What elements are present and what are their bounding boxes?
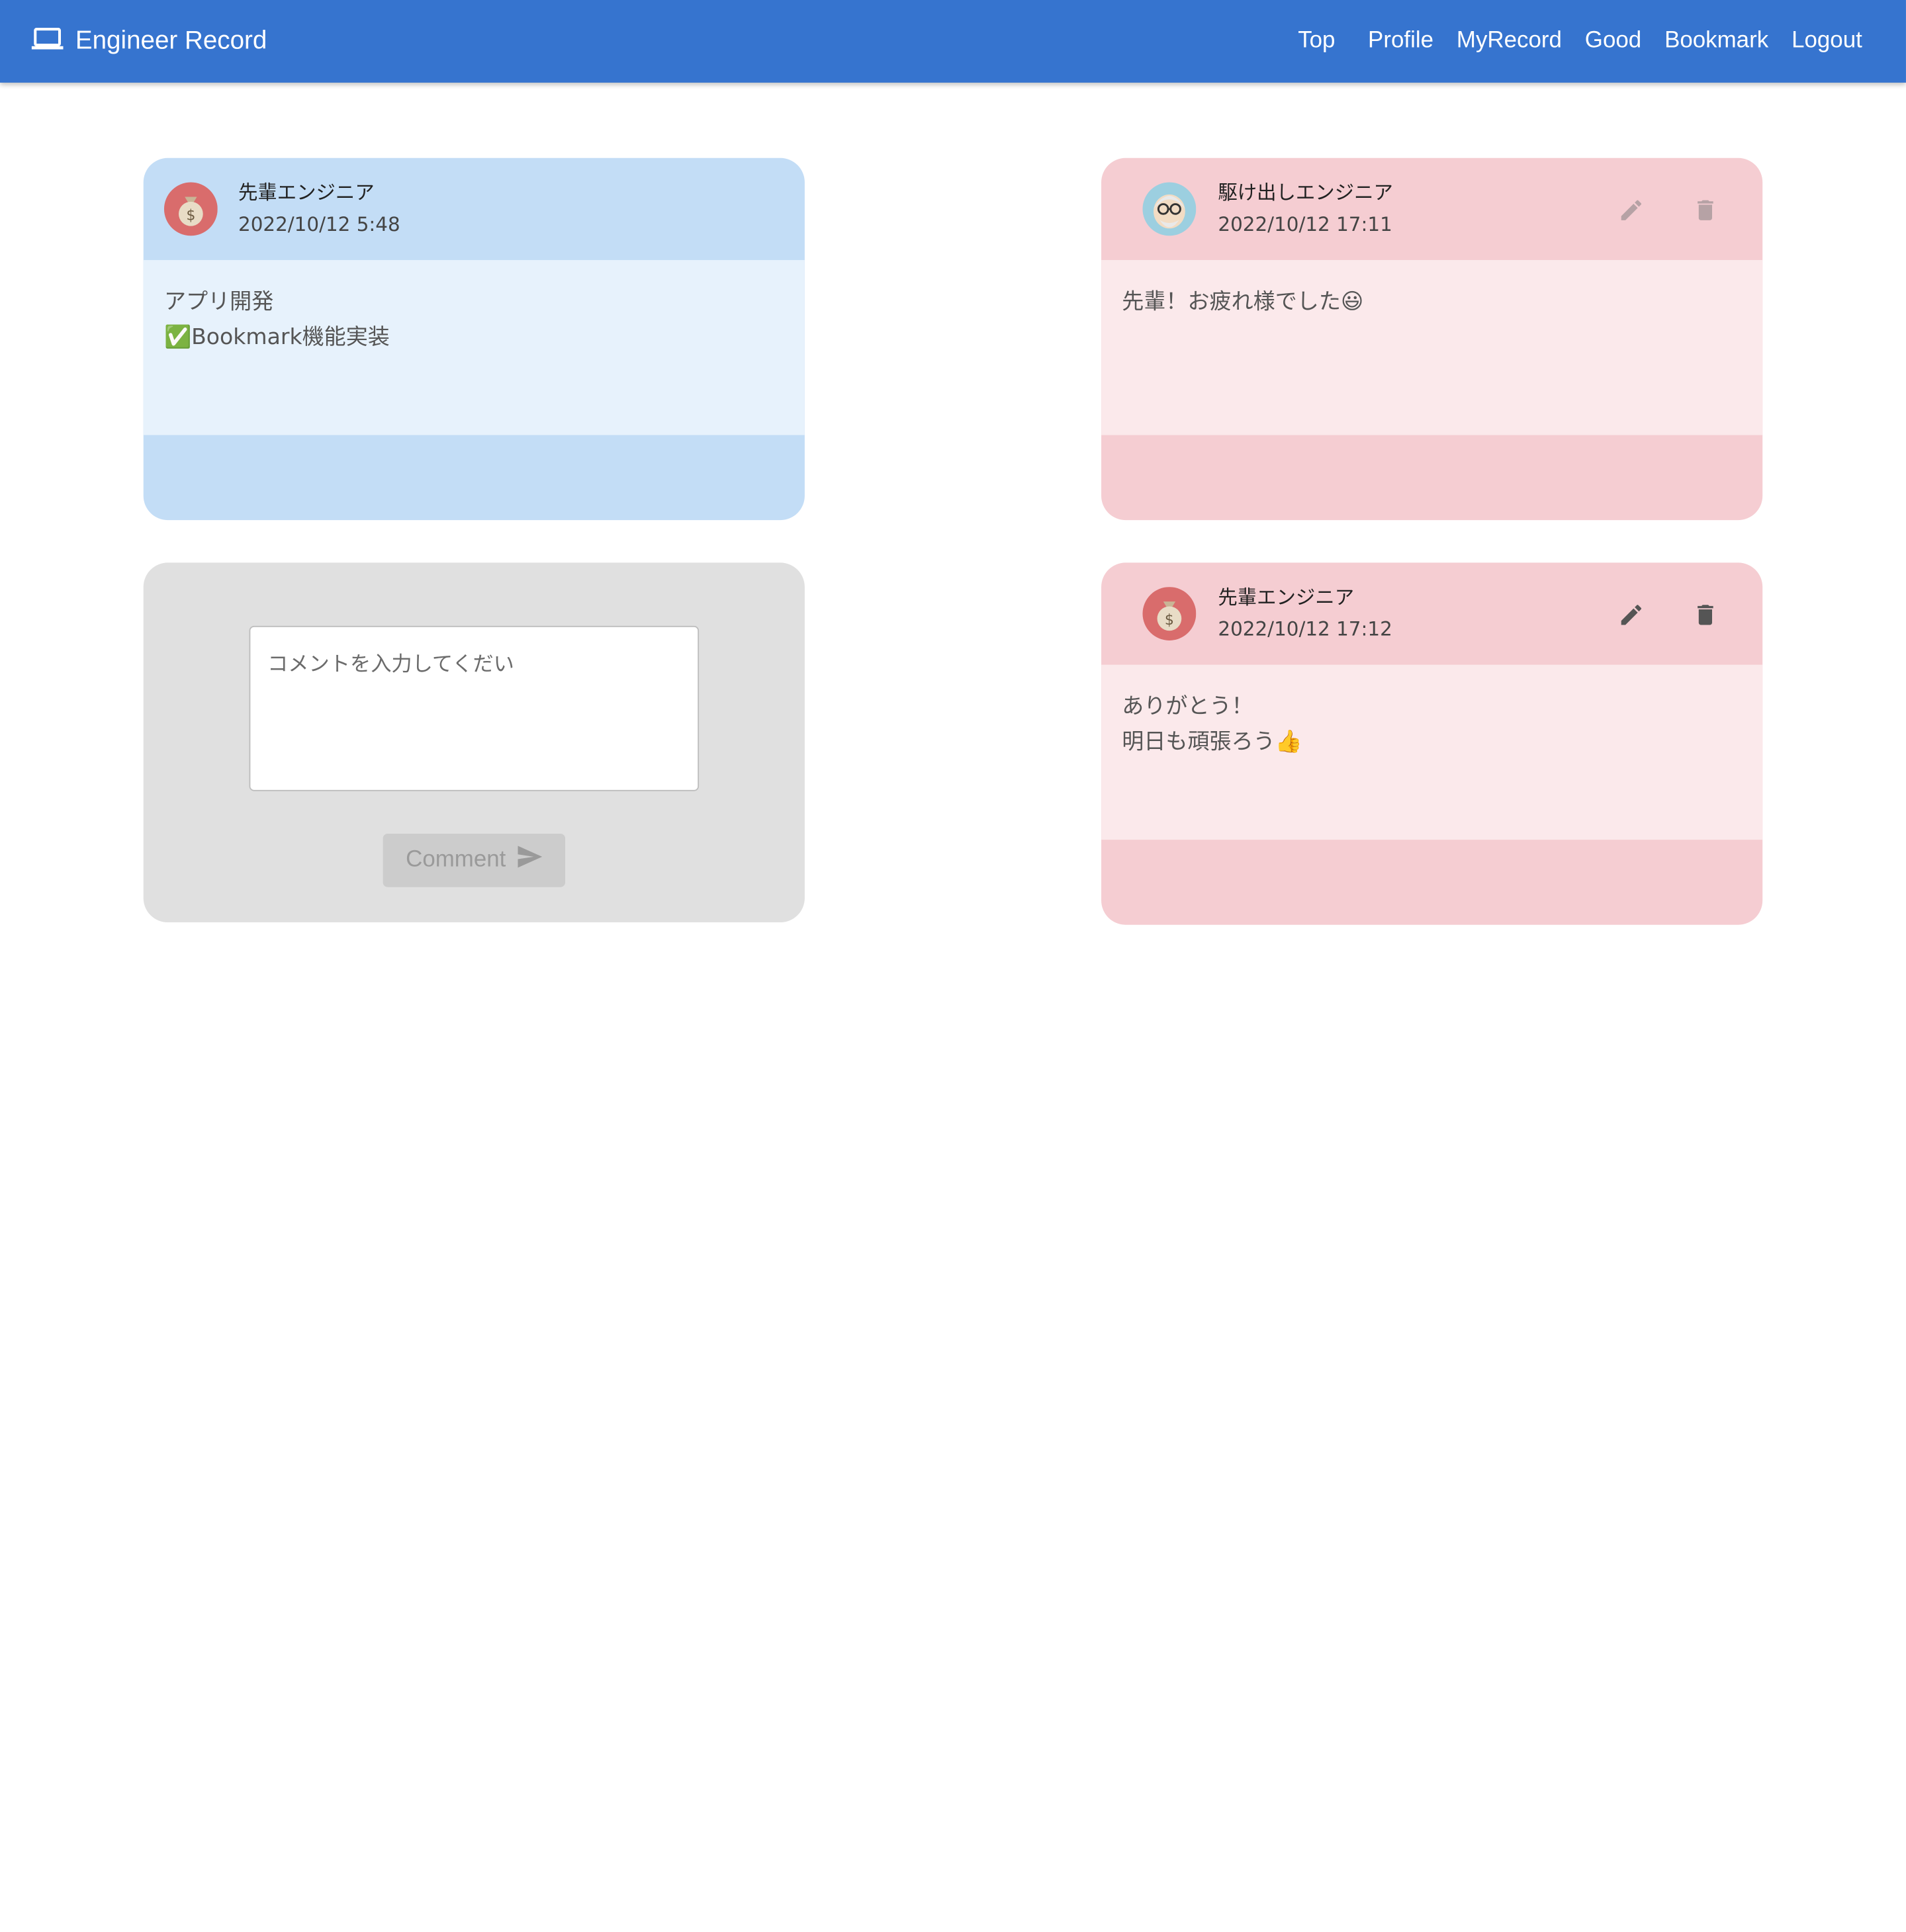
money-bag-icon: $: [1142, 587, 1197, 640]
money-bag-icon: $: [163, 182, 218, 236]
old-man-glasses-icon: [1142, 182, 1197, 236]
send-icon: [518, 846, 543, 875]
comment-card: $ 先輩エンジニア 2022/10/12 17:12 ありがとう！ 明日も頑張ろ…: [1101, 562, 1763, 925]
comment-button-label: Comment: [406, 847, 506, 873]
record-date: 2022/10/12 5:48: [238, 212, 400, 236]
comment-input[interactable]: [249, 625, 700, 791]
comment-body: 先輩！お疲れ様でした😃: [1101, 260, 1763, 435]
comment-date: 2022/10/12 17:12: [1218, 617, 1392, 640]
edit-icon[interactable]: [1615, 195, 1647, 226]
svg-text:$: $: [186, 207, 195, 224]
edit-icon[interactable]: [1615, 599, 1647, 631]
top-nav: Top Profile MyRecord Good Bookmark Logou…: [1298, 0, 1862, 83]
nav-good[interactable]: Good: [1585, 28, 1641, 54]
brand-link[interactable]: Engineer Record: [31, 0, 267, 83]
comment-body: ありがとう！ 明日も頑張ろう👍: [1101, 664, 1763, 840]
comment-author: 駆け出しエンジニア: [1218, 181, 1393, 204]
record-card: $ 先輩エンジニア 2022/10/12 5:48 アプリ開発 ✅Bookmar…: [143, 157, 805, 521]
comment-card-header: $ 先輩エンジニア 2022/10/12 17:12: [1101, 562, 1762, 664]
app-title: Engineer Record: [75, 26, 267, 55]
comment-form-card: Comment: [143, 562, 805, 923]
svg-text:$: $: [1165, 612, 1174, 629]
record-author: 先輩エンジニア: [238, 181, 375, 204]
record-body: アプリ開発 ✅Bookmark機能実装: [143, 260, 805, 435]
nav-logout[interactable]: Logout: [1792, 28, 1862, 54]
nav-profile[interactable]: Profile: [1368, 28, 1433, 54]
nav-bookmark[interactable]: Bookmark: [1664, 28, 1768, 54]
comment-author: 先輩エンジニア: [1218, 586, 1355, 609]
comment-submit-button[interactable]: Comment: [383, 833, 566, 887]
comment-card: 駆け出しエンジニア 2022/10/12 17:11 先輩！お疲れ様でした😃: [1101, 157, 1763, 521]
record-card-header: $ 先輩エンジニア 2022/10/12 5:48: [144, 158, 805, 260]
delete-icon[interactable]: [1690, 599, 1721, 631]
comment-date: 2022/10/12 17:11: [1218, 212, 1392, 236]
laptop-icon: [31, 26, 64, 56]
nav-top[interactable]: Top: [1298, 28, 1335, 54]
comment-card-header: 駆け出しエンジニア 2022/10/12 17:11: [1101, 158, 1762, 260]
delete-icon[interactable]: [1690, 195, 1721, 226]
app-bar: Engineer Record Top Profile MyRecord Goo…: [0, 0, 1906, 83]
nav-myrecord[interactable]: MyRecord: [1457, 28, 1562, 54]
